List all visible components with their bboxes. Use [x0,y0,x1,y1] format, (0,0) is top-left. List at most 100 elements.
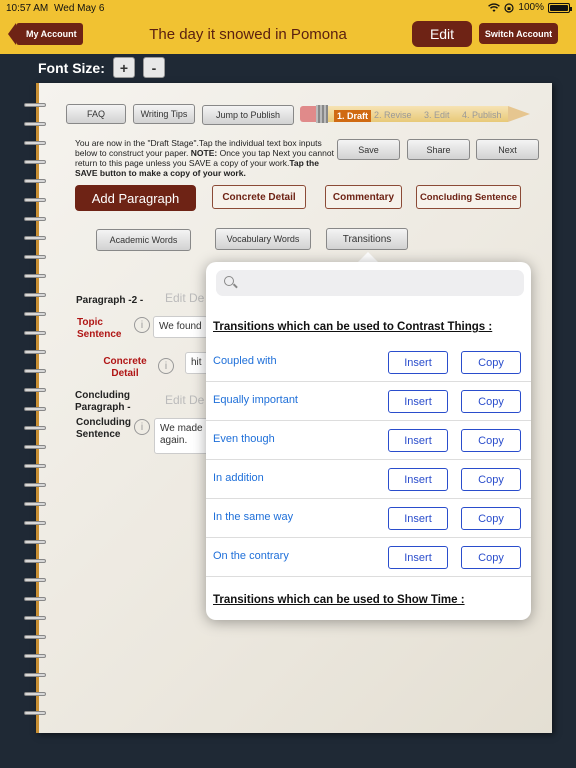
insert-button[interactable]: Insert [388,546,448,569]
transitions-button[interactable]: Transitions [326,228,408,250]
concluding-sentence-input[interactable]: We made again. [154,418,209,454]
spiral-ring [24,255,46,259]
writing-tips-button[interactable]: Writing Tips [133,104,195,124]
section-time-heading: Transitions which can be used to Show Ti… [213,594,465,606]
font-decrease-button[interactable]: - [143,57,165,78]
transition-row: In the same way Insert Copy [206,499,531,538]
spiral-ring [24,464,46,468]
spiral-ring [24,616,46,620]
stage-edit: 3. Edit [424,110,450,120]
transition-row: Even though Insert Copy [206,421,531,460]
add-paragraph-button[interactable]: Add Paragraph [75,185,196,211]
spiral-ring [24,274,46,278]
transition-phrase: In addition [213,472,264,484]
spiral-ring [24,521,46,525]
battery-icon [548,2,572,13]
spiral-ring [24,179,46,183]
insert-button[interactable]: Insert [388,390,448,413]
spiral-ring [24,559,46,563]
spiral-ring [24,692,46,696]
spiral-ring [24,103,46,107]
spiral-ring [24,445,46,449]
save-button[interactable]: Save [337,139,400,160]
spiral-ring [24,350,46,354]
concluding-paragraph-heading: Concluding Paragraph - [75,390,131,413]
transition-phrase: Coupled with [213,355,277,367]
vocabulary-words-button[interactable]: Vocabulary Words [215,228,311,250]
transitions-popover: Transitions which can be used to Contras… [206,262,531,620]
copy-button[interactable]: Copy [461,390,521,413]
wifi-icon [488,2,501,12]
draft-stage-notice: You are now in the "Draft Stage".Tap the… [75,138,334,178]
copy-button[interactable]: Copy [461,546,521,569]
concluding-info-icon[interactable]: i [134,419,150,435]
concrete-detail-button[interactable]: Concrete Detail [212,185,306,209]
status-right: 100% [488,2,572,13]
battery-percent: 100% [518,2,544,13]
topic-sentence-input[interactable]: We found [153,316,208,338]
transition-phrase: Equally important [213,394,298,406]
stage-revise: 2. Revise [374,110,412,120]
transition-row: Coupled with Insert Copy [206,343,531,382]
copy-button[interactable]: Copy [461,468,521,491]
font-size-label: Font Size: [38,60,105,76]
orientation-lock-icon [504,2,515,13]
concluding-edit-field[interactable]: Edit De [165,393,204,407]
spiral-ring [24,388,46,392]
topic-sentence-label: Topic Sentence [77,317,122,340]
spiral-ring [24,673,46,677]
spiral-ring [24,502,46,506]
transition-row: On the contrary Insert Copy [206,538,531,577]
status-time: 10:57 AM [6,3,49,14]
academic-words-button[interactable]: Academic Words [96,229,191,251]
spiral-ring [24,483,46,487]
status-date: Wed May 6 [54,3,105,14]
jump-to-publish-button[interactable]: Jump to Publish [202,105,294,125]
search-icon [224,276,234,286]
insert-button[interactable]: Insert [388,429,448,452]
commentary-button[interactable]: Commentary [325,185,402,209]
spiral-ring [24,236,46,240]
spiral-ring [24,369,46,373]
stage-draft: 1. Draft [334,110,372,122]
transition-phrase: Even though [213,433,275,445]
spiral-ring [24,578,46,582]
top-bar: 10:57 AM Wed May 6 100% My Account The d… [0,0,576,54]
spiral-ring [24,426,46,430]
copy-button[interactable]: Copy [461,351,521,374]
transition-row: Equally important Insert Copy [206,382,531,421]
spiral-ring [24,654,46,658]
transition-row: In addition Insert Copy [206,460,531,499]
spiral-ring [24,597,46,601]
edit-description-field[interactable]: Edit De [165,291,204,305]
switch-account-button[interactable]: Switch Account [479,23,558,44]
concrete-info-icon[interactable]: i [158,358,174,374]
insert-button[interactable]: Insert [388,351,448,374]
spiral-ring [24,635,46,639]
spiral-ring [24,540,46,544]
spiral-ring [24,198,46,202]
spiral-ring [24,331,46,335]
transitions-search-input[interactable] [216,270,524,296]
share-button[interactable]: Share [407,139,470,160]
concrete-detail-label: Concrete Detail [103,356,147,379]
copy-button[interactable]: Copy [461,507,521,530]
spiral-ring [24,711,46,715]
insert-button[interactable]: Insert [388,507,448,530]
concluding-sentence-button[interactable]: Concluding Sentence [416,185,521,209]
faq-button[interactable]: FAQ [66,104,126,124]
copy-button[interactable]: Copy [461,429,521,452]
paragraph-heading: Paragraph -2 - [76,295,144,306]
insert-button[interactable]: Insert [388,468,448,491]
spiral-ring [24,407,46,411]
transition-phrase: On the contrary [213,550,289,562]
spiral-ring [24,312,46,316]
spiral-ring [24,160,46,164]
concluding-sentence-label: Concluding Sentence [76,417,131,440]
transition-phrase: In the same way [213,511,294,523]
stage-publish: 4. Publish [462,110,502,120]
edit-button[interactable]: Edit [412,21,472,47]
font-increase-button[interactable]: + [113,57,135,78]
next-button[interactable]: Next [476,139,539,160]
topic-info-icon[interactable]: i [134,317,150,333]
